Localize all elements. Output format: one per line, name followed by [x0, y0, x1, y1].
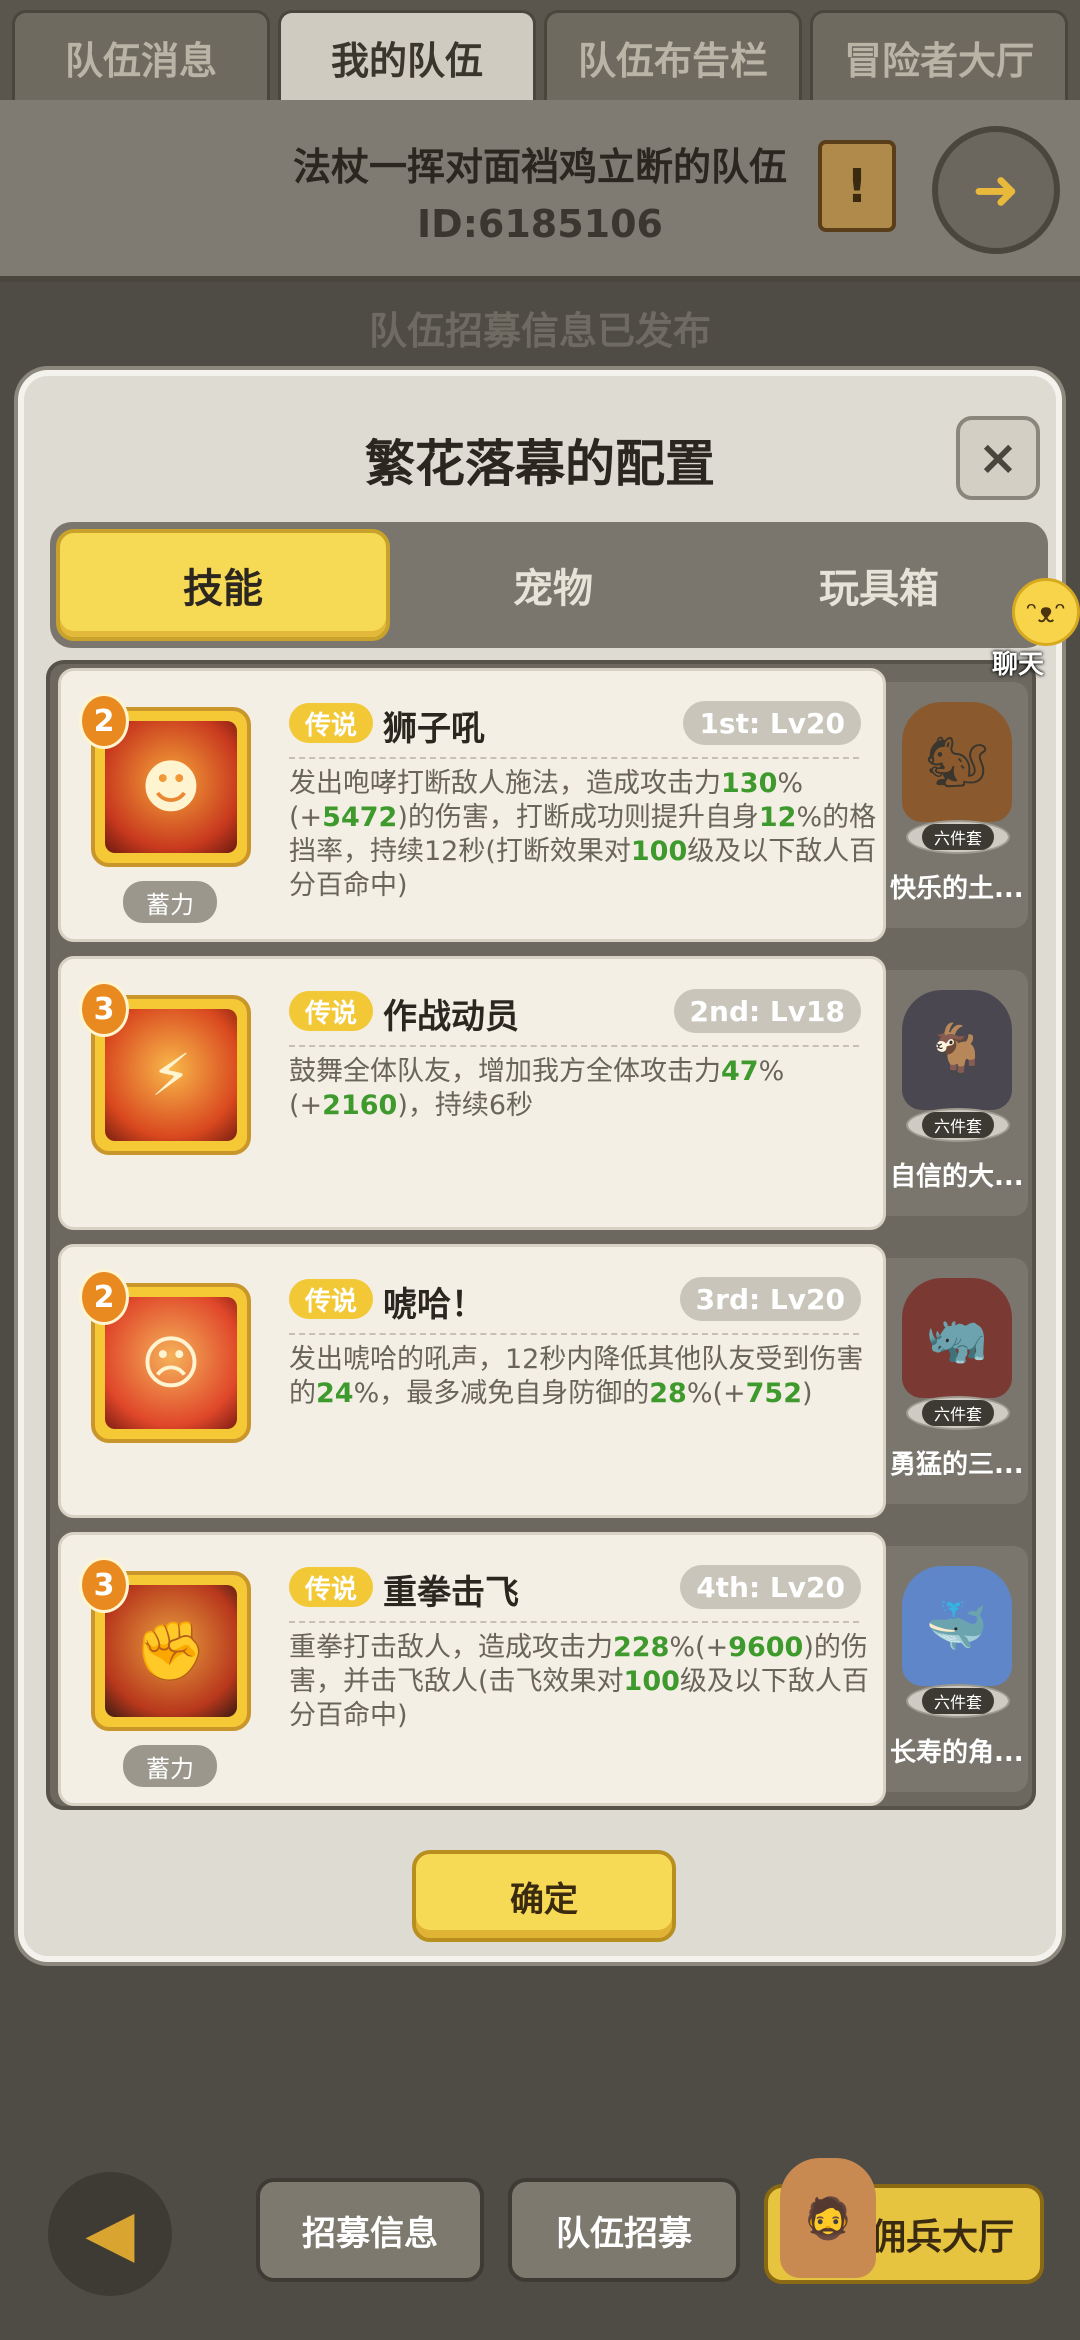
skill-rank-badge: 3 [79, 981, 129, 1037]
heavy-punch-icon: ✊ [105, 1585, 237, 1717]
pet-slot[interactable]: 🐐 六件套 自信的大... [886, 970, 1028, 1216]
divider [289, 1045, 859, 1047]
close-button[interactable]: × [956, 416, 1040, 500]
skill-rank-badge: 3 [79, 1557, 129, 1613]
skill-description: 发出咆哮打断敌人施法，造成攻击力130%(+5472)的伤害，打断成功则提升自身… [289, 768, 877, 901]
recruit-status-text: 队伍招募信息已发布 [368, 309, 711, 353]
legend-tag: 传说 [289, 1279, 373, 1319]
tab-adventurer-hall[interactable]: 冒险者大厅 [810, 10, 1068, 102]
tab-team-bulletin[interactable]: 队伍布告栏 [544, 10, 802, 102]
skill-name: 作战动员 [383, 997, 519, 1037]
mercenary-avatar: 🧔 [780, 2158, 876, 2278]
divider [289, 1621, 859, 1623]
pet-figure-icon: 🐳 [902, 1566, 1012, 1686]
team-name: 法杖一挥对面裆鸡立断的队伍 [292, 145, 787, 189]
team-id: ID:6185106 [417, 202, 663, 246]
back-button[interactable]: ◀ [48, 2172, 172, 2296]
skill-description: 鼓舞全体队友，增加我方全体攻击力47%(+2160)，持续6秒 [289, 1056, 785, 1121]
chat-button[interactable]: ᵔᴥᵔ 聊天 [968, 578, 1080, 688]
skill-card[interactable]: ⚡ 3 传说 作战动员 2nd: Lv18 鼓舞全体队友，增加我方全体攻击力47… [58, 956, 886, 1230]
pet-name: 勇猛的三... [890, 1450, 1024, 1480]
mercenary-hall-label: 佣兵大厅 [869, 2217, 1014, 2258]
exit-arrow-icon: ➜ [972, 157, 1020, 223]
mercenary-hall-button[interactable]: 🧔 佣兵大厅 [764, 2158, 1044, 2284]
charge-tag: 蓄力 [123, 1745, 217, 1787]
tab-my-team[interactable]: 我的队伍 [278, 10, 536, 102]
pet-figure-icon: 🐐 [902, 990, 1012, 1110]
config-modal: 繁花落幕的配置 × 技能 宠物 玩具箱 ☻ 2 蓄力 传说 狮子吼 1st: L… [18, 370, 1062, 1962]
charge-tag: 蓄力 [123, 881, 217, 923]
back-arrow-icon: ◀ [85, 2197, 135, 2271]
war-cry-icon: ☹ [105, 1297, 237, 1429]
pet-figure-icon: 🦏 [902, 1278, 1012, 1398]
skill-row: ☹ 2 传说 唬哈！ 3rd: Lv20 发出唬哈的吼声，12秒内降低其他队友受… [58, 1244, 1028, 1518]
modal-title: 繁花落幕的配置 [365, 435, 715, 493]
pet-slot[interactable]: 🦏 六件套 勇猛的三... [886, 1258, 1028, 1504]
notice-scroll-icon[interactable]: ! [818, 140, 896, 232]
legend-tag: 传说 [289, 1567, 373, 1607]
pet-slot[interactable]: 🐿 六件套 快乐的土... [886, 682, 1028, 928]
team-recruit-button[interactable]: 队伍招募 [508, 2178, 740, 2282]
skill-list: ☻ 2 蓄力 传说 狮子吼 1st: Lv20 发出咆哮打断敌人施法，造成攻击力… [46, 660, 1036, 1810]
battle-rally-icon: ⚡ [105, 1009, 237, 1141]
divider [289, 757, 859, 759]
skill-name: 唬哈！ [383, 1285, 485, 1325]
chat-label: 聊天 [992, 650, 1045, 680]
skill-rank-badge: 2 [79, 693, 129, 749]
team-header: 法杖一挥对面裆鸡立断的队伍 ID:6185106 ! ➜ [0, 100, 1080, 282]
skill-row: ☻ 2 蓄力 传说 狮子吼 1st: Lv20 发出咆哮打断敌人施法，造成攻击力… [58, 668, 1028, 942]
legend-tag: 传说 [289, 991, 373, 1031]
skill-description: 发出唬哈的吼声，12秒内降低其他队友受到伤害的24%，最多减免自身防御的28%(… [289, 1344, 864, 1409]
divider [289, 1333, 859, 1335]
skill-level: 2nd: Lv18 [673, 989, 861, 1033]
skill-name: 重拳击飞 [383, 1573, 519, 1613]
chat-face-icon: ᵔᴥᵔ [1012, 578, 1080, 646]
skill-card[interactable]: ☻ 2 蓄力 传说 狮子吼 1st: Lv20 发出咆哮打断敌人施法，造成攻击力… [58, 668, 886, 942]
tab-team-messages[interactable]: 队伍消息 [12, 10, 270, 102]
leave-team-button[interactable]: ➜ [932, 126, 1060, 254]
skill-rank-badge: 2 [79, 1269, 129, 1325]
pet-set-tag: 六件套 [922, 1400, 994, 1426]
pet-set-tag: 六件套 [922, 1112, 994, 1138]
recruit-info-button[interactable]: 招募信息 [256, 2178, 484, 2282]
modal-tab-bar: 技能 宠物 玩具箱 [50, 522, 1048, 648]
tab-pets[interactable]: 宠物 [390, 529, 716, 641]
confirm-button[interactable]: 确定 [412, 1850, 676, 1942]
pet-set-tag: 六件套 [922, 824, 994, 850]
skill-row: ⚡ 3 传说 作战动员 2nd: Lv18 鼓舞全体队友，增加我方全体攻击力47… [58, 956, 1028, 1230]
skill-row: ✊ 3 蓄力 传说 重拳击飞 4th: Lv20 重拳打击敌人，造成攻击力228… [58, 1532, 1028, 1806]
skill-card[interactable]: ✊ 3 蓄力 传说 重拳击飞 4th: Lv20 重拳打击敌人，造成攻击力228… [58, 1532, 886, 1806]
skill-card[interactable]: ☹ 2 传说 唬哈！ 3rd: Lv20 发出唬哈的吼声，12秒内降低其他队友受… [58, 1244, 886, 1518]
pet-name: 自信的大... [890, 1162, 1024, 1192]
tab-skills[interactable]: 技能 [56, 529, 390, 641]
pet-name: 长寿的角... [890, 1738, 1024, 1768]
skill-description: 重拳打击敌人，造成攻击力228%(+9600)的伤害，并击飞敌人(击飞效果对10… [289, 1632, 869, 1731]
pet-figure-icon: 🐿 [902, 702, 1012, 822]
pet-set-tag: 六件套 [922, 1688, 994, 1714]
skill-name: 狮子吼 [383, 709, 485, 749]
pet-slot[interactable]: 🐳 六件套 长寿的角... [886, 1546, 1028, 1792]
top-tab-bar: 队伍消息 我的队伍 队伍布告栏 冒险者大厅 [0, 0, 1080, 104]
pet-name: 快乐的土... [890, 874, 1024, 904]
lion-roar-icon: ☻ [105, 721, 237, 853]
legend-tag: 传说 [289, 703, 373, 743]
skill-level: 4th: Lv20 [680, 1565, 861, 1609]
skill-level: 1st: Lv20 [683, 701, 861, 745]
skill-level: 3rd: Lv20 [679, 1277, 861, 1321]
